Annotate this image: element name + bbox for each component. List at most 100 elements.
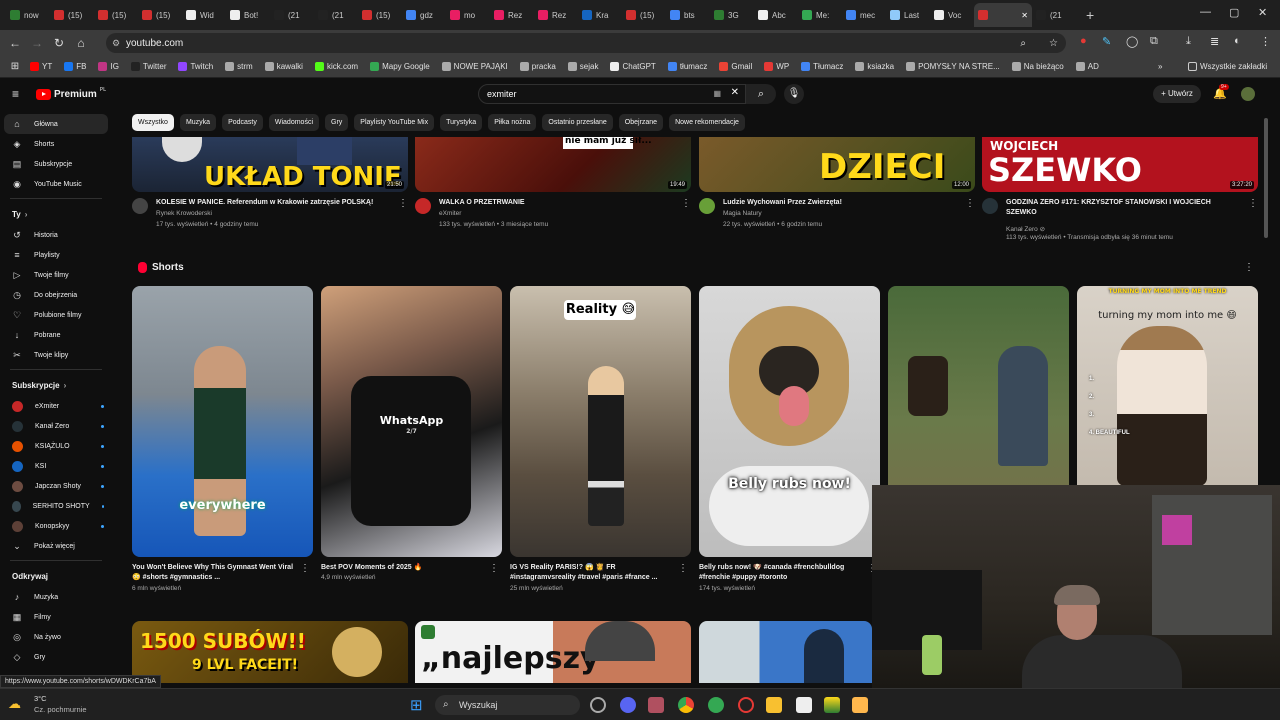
browser-tab[interactable]: mec — [842, 3, 886, 27]
sidebar-item[interactable]: ◎ Na żywo — [0, 627, 112, 647]
short-title[interactable]: You Won't Believe Why This Gymnast Went … — [132, 563, 302, 583]
short-thumbnail[interactable]: Reality 😅 — [510, 286, 691, 557]
sidebar-subscription[interactable]: Konopskyy — [0, 516, 112, 536]
browser-tab[interactable]: (21 — [1032, 3, 1076, 27]
weather-icon[interactable]: ☁ — [8, 696, 21, 712]
video-title[interactable]: GODZINA ZERO #171: KRZYSZTOF STANOWSKI I… — [1006, 198, 1238, 218]
browser-tab[interactable]: Voc — [930, 3, 974, 27]
browser-tab[interactable]: (15) — [94, 3, 138, 27]
browser-tab[interactable]: ✕ — [974, 3, 1032, 27]
discord-icon[interactable] — [620, 697, 636, 713]
video-thumbnail[interactable]: 1500 SUBÓW!! 9 LVL FACEIT! — [132, 621, 408, 683]
close-window-icon[interactable]: ✕ — [1258, 6, 1267, 19]
minimize-icon[interactable]: — — [1200, 6, 1211, 18]
video-more-icon[interactable]: ⋮ — [681, 198, 691, 209]
channel-avatar[interactable] — [415, 198, 431, 214]
create-button[interactable]: + Utwórz — [1153, 85, 1201, 103]
sidebar-item[interactable]: ◈ Shorts — [0, 134, 112, 154]
channel-avatar[interactable] — [982, 198, 998, 214]
keyboard-icon[interactable]: ▦ — [713, 89, 721, 98]
sidebar-section-header[interactable]: Subskrypcje › — [0, 374, 112, 396]
chip-filter[interactable]: Ostatnio przesłane — [542, 114, 613, 131]
sidebar-item[interactable]: ⌄ Pokaż więcej — [0, 536, 112, 556]
browser-tab[interactable]: mo — [446, 3, 490, 27]
chip-filter[interactable]: Playlisty YouTube Mix — [354, 114, 435, 131]
chip-filter[interactable]: Piłka nożna — [488, 114, 537, 131]
close-tab-icon[interactable]: ✕ — [1021, 11, 1028, 20]
search-input[interactable]: exmiter ▦ ✕ — [478, 84, 746, 104]
chip-filter[interactable]: Turystyka — [440, 114, 483, 131]
sidebar-subscription[interactable]: KSIĄŻULO — [0, 436, 112, 456]
sidebar-item[interactable]: ◇ Gry — [0, 647, 112, 667]
bookmark-item[interactable]: ksiazka — [855, 62, 894, 71]
video-more-icon[interactable]: ⋮ — [398, 198, 408, 209]
browser-tab[interactable]: 3G — [710, 3, 754, 27]
extensions-puzzle-icon[interactable]: ⧉ — [1150, 35, 1158, 48]
taskbar-search-box[interactable]: ⌕ Wyszukaj — [435, 695, 580, 715]
browser-tab[interactable]: (15) — [50, 3, 94, 27]
sidebar-item[interactable]: ≡ Playlisty — [0, 245, 112, 265]
chip-filter[interactable]: Wszystko — [132, 114, 174, 131]
video-thumbnail[interactable]: nie mam już sił... 19:49 — [415, 137, 691, 192]
more-bookmarks-icon[interactable]: » — [1158, 62, 1162, 71]
channel-name[interactable]: Kanał Zero ⊘ — [1006, 225, 1045, 233]
browser-tab[interactable]: Last — [886, 3, 930, 27]
account-avatar[interactable] — [1241, 87, 1255, 101]
browser-tab[interactable]: Rez — [490, 3, 534, 27]
browser-tab[interactable]: bts — [666, 3, 710, 27]
bookmark-item[interactable]: IG — [98, 62, 119, 71]
bookmark-star-icon[interactable]: ☆ — [1049, 38, 1058, 49]
short-thumbnail[interactable]: WhatsApp 2/7 — [321, 286, 502, 557]
short-title[interactable]: IG VS Reality PARIS!? 😱 👸 FR #instagramv… — [510, 563, 680, 583]
bookmark-item[interactable]: pracka — [519, 62, 556, 71]
taskbar-app-icon[interactable] — [824, 697, 840, 713]
bookmark-item[interactable]: Mapy Google — [370, 62, 430, 71]
browser-tab[interactable]: Me: — [798, 3, 842, 27]
sidebar-item[interactable]: ↺ Historia — [0, 225, 112, 245]
bookmark-item[interactable]: POMYSŁY NA STRE... — [906, 62, 1000, 71]
chip-filter[interactable]: Muzyka — [179, 114, 217, 131]
voice-search-button[interactable]: 🎙 — [784, 84, 804, 104]
taskbar-app-icon[interactable] — [648, 697, 664, 713]
taskbar-app-icon[interactable] — [590, 697, 606, 713]
url-field[interactable]: ⚙ youtube.com ⌕ ☆ — [106, 33, 1066, 53]
chip-filter[interactable]: Nowe rekomendacje — [669, 114, 745, 131]
channel-name[interactable]: Rynek Krowoderski — [156, 210, 212, 217]
bookmark-item[interactable]: YT — [30, 62, 52, 71]
forward-icon[interactable]: → — [26, 36, 48, 50]
youtube-logo[interactable]: Premium PL — [36, 87, 106, 100]
sidebar-item[interactable]: ↓ Pobrane — [0, 325, 112, 345]
reload-icon[interactable]: ↻ — [48, 36, 70, 50]
sidebar-item[interactable]: ▦ Filmy — [0, 607, 112, 627]
bookmark-item[interactable]: sejak — [567, 62, 598, 71]
chrome-icon[interactable] — [678, 697, 694, 713]
channel-name[interactable]: Magia Natury — [723, 210, 762, 217]
video-thumbnail[interactable]: UKŁAD TONIE 21:50 — [132, 137, 408, 192]
sidebar-subscription[interactable]: KSI — [0, 456, 112, 476]
bookmark-item[interactable]: kick.com — [314, 62, 358, 71]
bookmark-item[interactable]: Twitter — [130, 62, 166, 71]
video-title[interactable]: WALKA O PRZETRWANIE — [439, 198, 671, 208]
browser-tab[interactable]: Abc — [754, 3, 798, 27]
sidebar-item[interactable]: ◷ Do obejrzenia — [0, 285, 112, 305]
sidebar-section-header[interactable]: Odkrywaj — [0, 565, 112, 587]
zoom-icon[interactable]: ⌕ — [1020, 38, 1026, 49]
channel-avatar[interactable] — [699, 198, 715, 214]
browser-tab[interactable]: (15) — [358, 3, 402, 27]
sidebar-item[interactable]: ◉ YouTube Music — [0, 174, 112, 194]
windows-start-icon[interactable]: ⊞ — [410, 696, 423, 714]
chip-filter[interactable]: Wiadomości — [268, 114, 319, 131]
extension-record-icon[interactable]: ● — [1080, 35, 1087, 47]
sidebar-item[interactable]: ✂ Twoje klipy — [0, 345, 112, 365]
sidebar-subscription[interactable]: Japczan Shoty — [0, 476, 112, 496]
bookmark-item[interactable]: strm — [225, 62, 253, 71]
sidebar-item[interactable]: ▷ Twoje filmy — [0, 265, 112, 285]
video-title[interactable]: Ludzie Wychowani Przez Zwierzęta! — [723, 198, 955, 208]
bookmark-item[interactable]: FB — [64, 62, 86, 71]
sidebar-item[interactable]: ♪ Muzyka — [0, 587, 112, 607]
bookmark-item[interactable]: Gmail — [719, 62, 752, 71]
bookmark-item[interactable]: WP — [764, 62, 789, 71]
clear-search-icon[interactable]: ✕ — [731, 87, 739, 98]
bookmark-item[interactable]: ChatGPT — [610, 62, 656, 71]
short-more-icon[interactable]: ⋮ — [300, 563, 310, 574]
